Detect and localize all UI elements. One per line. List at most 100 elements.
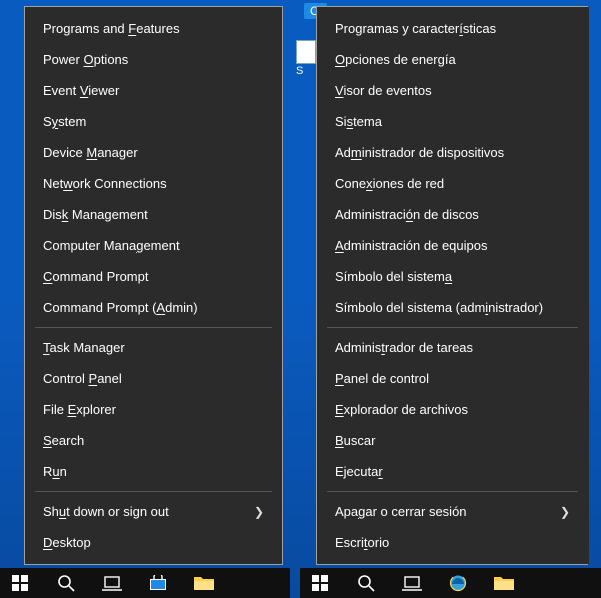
menu-item-label: Explorador de archivos bbox=[335, 402, 468, 417]
start-taskbar-button[interactable] bbox=[2, 569, 38, 597]
file-explorer-taskbar-button[interactable] bbox=[486, 569, 522, 597]
menu-item-label: Ejecutar bbox=[335, 464, 383, 479]
internet-explorer-taskbar-button[interactable] bbox=[440, 569, 476, 597]
menu-item-label: Administrador de dispositivos bbox=[335, 145, 504, 160]
menu-separator bbox=[327, 491, 578, 492]
menu-item-label: Sistema bbox=[335, 114, 382, 129]
chevron-right-icon: ❯ bbox=[254, 505, 264, 519]
menu-item-label: Símbolo del sistema (administrador) bbox=[335, 300, 543, 315]
file-explorer-icon bbox=[494, 575, 514, 591]
menu-item-apagar-o-cerrar-sesion[interactable]: Apagar o cerrar sesión ❯ bbox=[317, 496, 588, 527]
menu-item-label: Shut down or sign out bbox=[43, 504, 169, 519]
menu-item-shut-down-or-sign-out[interactable]: Shut down or sign out ❯ bbox=[25, 496, 282, 527]
menu-item-label: Computer Management bbox=[43, 238, 180, 253]
menu-item-label: Command Prompt (Admin) bbox=[43, 300, 198, 315]
task-view-icon bbox=[102, 575, 122, 591]
menu-item-explorador-de-archivos[interactable]: Explorador de archivos bbox=[317, 394, 588, 425]
menu-item-label: Device Manager bbox=[43, 145, 138, 160]
menu-item-network-connections[interactable]: Network Connections bbox=[25, 168, 282, 199]
menu-item-buscar[interactable]: Buscar bbox=[317, 425, 588, 456]
search-icon bbox=[357, 574, 375, 592]
menu-item-event-viewer[interactable]: Event Viewer bbox=[25, 75, 282, 106]
menu-item-task-manager[interactable]: Task Manager bbox=[25, 332, 282, 363]
menu-item-label: System bbox=[43, 114, 86, 129]
menu-item-file-explorer[interactable]: File Explorer bbox=[25, 394, 282, 425]
menu-item-run[interactable]: Run bbox=[25, 456, 282, 487]
store-taskbar-button[interactable] bbox=[140, 569, 176, 597]
winx-menu-spanish[interactable]: Programas y características Opciones de e… bbox=[316, 6, 588, 565]
menu-item-programs-and-features[interactable]: Programs and Features bbox=[25, 13, 282, 44]
menu-item-escritorio[interactable]: Escritorio bbox=[317, 527, 588, 558]
menu-separator bbox=[327, 327, 578, 328]
menu-item-control-panel[interactable]: Control Panel bbox=[25, 363, 282, 394]
task-view-icon bbox=[402, 575, 422, 591]
menu-item-administrador-de-dispositivos[interactable]: Administrador de dispositivos bbox=[317, 137, 588, 168]
chevron-right-icon: ❯ bbox=[560, 505, 570, 519]
menu-item-command-prompt-admin[interactable]: Command Prompt (Admin) bbox=[25, 292, 282, 323]
start-icon bbox=[12, 575, 28, 591]
menu-item-label: Search bbox=[43, 433, 84, 448]
menu-item-conexiones-de-red[interactable]: Conexiones de red bbox=[317, 168, 588, 199]
menu-item-label: Buscar bbox=[335, 433, 375, 448]
menu-item-panel-de-control[interactable]: Panel de control bbox=[317, 363, 588, 394]
menu-item-opciones-de-energia[interactable]: Opciones de energía bbox=[317, 44, 588, 75]
menu-item-label: Programas y características bbox=[335, 21, 496, 36]
menu-item-power-options[interactable]: Power Options bbox=[25, 44, 282, 75]
menu-item-label: Control Panel bbox=[43, 371, 122, 386]
menu-item-label: Run bbox=[43, 464, 67, 479]
task-view-taskbar-button[interactable] bbox=[394, 569, 430, 597]
menu-item-label: Administración de equipos bbox=[335, 238, 487, 253]
store-icon bbox=[149, 575, 167, 591]
menu-item-label: Task Manager bbox=[43, 340, 125, 355]
menu-item-administracion-de-equipos[interactable]: Administración de equipos bbox=[317, 230, 588, 261]
menu-item-label: Símbolo del sistema bbox=[335, 269, 452, 284]
menu-item-label: Desktop bbox=[43, 535, 91, 550]
menu-item-label: Programs and Features bbox=[43, 21, 180, 36]
menu-item-simbolo-del-sistema-admin[interactable]: Símbolo del sistema (administrador) bbox=[317, 292, 588, 323]
desktop: Ci S Programs and FeaturesPower OptionsE… bbox=[0, 0, 601, 598]
menu-item-simbolo-del-sistema[interactable]: Símbolo del sistema bbox=[317, 261, 588, 292]
menu-item-label: Disk Management bbox=[43, 207, 148, 222]
menu-item-label: Administración de discos bbox=[335, 207, 479, 222]
search-taskbar-button[interactable] bbox=[348, 569, 384, 597]
file-explorer-icon bbox=[194, 575, 214, 591]
menu-item-search[interactable]: Search bbox=[25, 425, 282, 456]
taskbar-right bbox=[300, 568, 601, 598]
menu-item-device-manager[interactable]: Device Manager bbox=[25, 137, 282, 168]
internet-explorer-icon bbox=[449, 574, 467, 592]
menu-item-programas-y-caracteristicas[interactable]: Programas y características bbox=[317, 13, 588, 44]
menu-item-administrador-de-tareas[interactable]: Administrador de tareas bbox=[317, 332, 588, 363]
menu-item-label: Opciones de energía bbox=[335, 52, 456, 67]
file-explorer-taskbar-button[interactable] bbox=[186, 569, 222, 597]
task-view-taskbar-button[interactable] bbox=[94, 569, 130, 597]
menu-item-ejecutar[interactable]: Ejecutar bbox=[317, 456, 588, 487]
background-desktop-icon: S bbox=[296, 40, 318, 77]
winx-menu-english[interactable]: Programs and Features Power Options Event … bbox=[24, 6, 283, 565]
taskbar-left bbox=[0, 568, 290, 598]
menu-item-label: Visor de eventos bbox=[335, 83, 432, 98]
menu-item-label: Command Prompt bbox=[43, 269, 148, 284]
menu-item-label: File Explorer bbox=[43, 402, 116, 417]
search-icon bbox=[57, 574, 75, 592]
menu-item-label: Network Connections bbox=[43, 176, 167, 191]
menu-item-command-prompt[interactable]: Command Prompt bbox=[25, 261, 282, 292]
start-icon bbox=[312, 575, 328, 591]
menu-item-label: Power Options bbox=[43, 52, 128, 67]
menu-item-label: Administrador de tareas bbox=[335, 340, 473, 355]
menu-item-visor-de-eventos[interactable]: Visor de eventos bbox=[317, 75, 588, 106]
menu-item-label: Conexiones de red bbox=[335, 176, 444, 191]
menu-separator bbox=[35, 491, 272, 492]
menu-item-label: Panel de control bbox=[335, 371, 429, 386]
menu-item-sistema[interactable]: Sistema bbox=[317, 106, 588, 137]
menu-item-administracion-de-discos[interactable]: Administración de discos bbox=[317, 199, 588, 230]
menu-item-system[interactable]: System bbox=[25, 106, 282, 137]
menu-item-label: Event Viewer bbox=[43, 83, 119, 98]
search-taskbar-button[interactable] bbox=[48, 569, 84, 597]
menu-item-label: Apagar o cerrar sesión bbox=[335, 504, 467, 519]
menu-item-desktop[interactable]: Desktop bbox=[25, 527, 282, 558]
menu-item-disk-management[interactable]: Disk Management bbox=[25, 199, 282, 230]
menu-separator bbox=[35, 327, 272, 328]
start-taskbar-button[interactable] bbox=[302, 569, 338, 597]
menu-item-label: Escritorio bbox=[335, 535, 389, 550]
menu-item-computer-management[interactable]: Computer Management bbox=[25, 230, 282, 261]
